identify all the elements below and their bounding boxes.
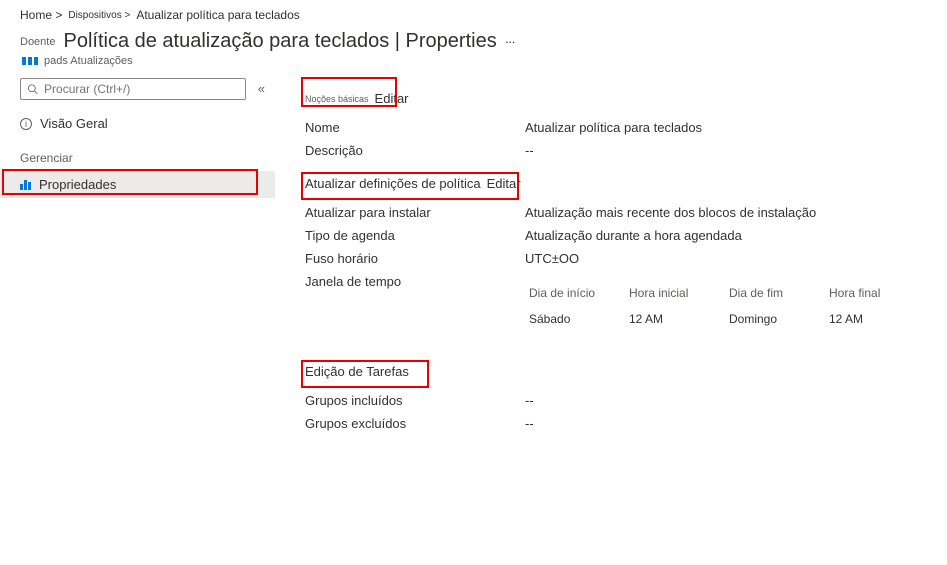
row-description: Descrição -- — [305, 139, 927, 162]
col-end-day: Dia de fim — [725, 280, 825, 306]
breadcrumb-devices[interactable]: Dispositivos > — [68, 10, 130, 21]
col-start-time: Hora inicial — [625, 280, 725, 306]
row-timezone: Fuso horário UTC±OO — [305, 247, 927, 270]
section-policy-title: Atualizar definições de política — [305, 176, 481, 191]
sidebar-item-overview[interactable]: i Visão Geral — [0, 110, 275, 137]
page-header: Doente Política de atualização para tecl… — [0, 26, 947, 77]
edit-basics-link[interactable]: Editar — [375, 91, 409, 106]
value-schedule-type: Atualização durante a hora agendada — [525, 228, 742, 243]
col-end-time: Hora final — [825, 280, 925, 306]
cell-start-time: 12 AM — [625, 306, 725, 332]
section-basics-title: Noções básicas — [305, 94, 369, 104]
more-icon[interactable]: ··· — [505, 34, 515, 49]
search-input[interactable] — [44, 82, 239, 96]
sidebar-item-label: Propriedades — [39, 177, 116, 192]
edit-policy-link[interactable]: Editar — [487, 176, 521, 191]
value-name: Atualizar política para teclados — [525, 120, 702, 135]
col-start-day: Dia de início — [525, 280, 625, 306]
breadcrumb-home[interactable]: Home > — [20, 8, 62, 22]
search-box[interactable] — [20, 78, 246, 100]
value-excluded-groups: -- — [525, 416, 534, 431]
table-header: Dia de início Hora inicial Dia de fim Ho… — [525, 280, 925, 306]
row-name: Nome Atualizar política para teclados — [305, 116, 927, 139]
collapse-sidebar-icon[interactable]: « — [254, 77, 269, 100]
breadcrumb-current: Atualizar política para teclados — [136, 8, 299, 22]
search-icon — [27, 83, 38, 95]
label-included-groups: Grupos incluídos — [305, 393, 525, 408]
value-timezone: UTC±OO — [525, 251, 579, 266]
label-name: Nome — [305, 120, 525, 135]
label-description: Descrição — [305, 143, 525, 158]
row-included-groups: Grupos incluídos -- — [305, 389, 927, 412]
section-assignments-head: Edição de Tarefas — [305, 364, 409, 379]
section-assignments-title[interactable]: Edição de Tarefas — [305, 364, 409, 379]
row-schedule-type: Tipo de agenda Atualização durante a hor… — [305, 224, 927, 247]
section-basics-head: Noções básicas Editar — [305, 91, 409, 106]
section-policy-head: Atualizar definições de política Editar — [305, 176, 521, 191]
cell-end-day: Domingo — [725, 306, 825, 332]
info-icon: i — [20, 118, 32, 130]
page-title: Política de atualização para teclados | … — [63, 30, 496, 53]
value-description: -- — [525, 143, 534, 158]
header-prelabel: Doente — [20, 36, 55, 48]
label-schedule-type: Tipo de agenda — [305, 228, 525, 243]
sidebar-item-properties[interactable]: Propriedades — [0, 171, 275, 198]
properties-icon — [20, 180, 31, 190]
sidebar-section-manage: Gerenciar — [0, 137, 275, 171]
sidebar: « i Visão Geral Gerenciar Propriedades — [0, 77, 275, 455]
value-update-install: Atualização mais recente dos blocos de i… — [525, 205, 816, 220]
timewindow-table: Dia de início Hora inicial Dia de fim Ho… — [525, 280, 925, 332]
pads-icon — [22, 57, 38, 65]
content-pane: Noções básicas Editar Nome Atualizar pol… — [275, 77, 947, 455]
header-subtype: pads Atualizações — [44, 55, 133, 67]
label-timewindow: Janela de tempo — [305, 274, 525, 289]
value-included-groups: -- — [525, 393, 534, 408]
row-timewindow: Janela de tempo Dia de início Hora inici… — [305, 270, 927, 336]
row-excluded-groups: Grupos excluídos -- — [305, 412, 927, 435]
row-update-install: Atualizar para instalar Atualização mais… — [305, 201, 927, 224]
cell-start-day: Sábado — [525, 306, 625, 332]
breadcrumb: Home > Dispositivos > Atualizar política… — [0, 0, 947, 26]
table-row: Sábado 12 AM Domingo 12 AM — [525, 306, 925, 332]
label-update-install: Atualizar para instalar — [305, 205, 525, 220]
sidebar-item-label: Visão Geral — [40, 116, 108, 131]
label-timezone: Fuso horário — [305, 251, 525, 266]
label-excluded-groups: Grupos excluídos — [305, 416, 525, 431]
cell-end-time: 12 AM — [825, 306, 925, 332]
